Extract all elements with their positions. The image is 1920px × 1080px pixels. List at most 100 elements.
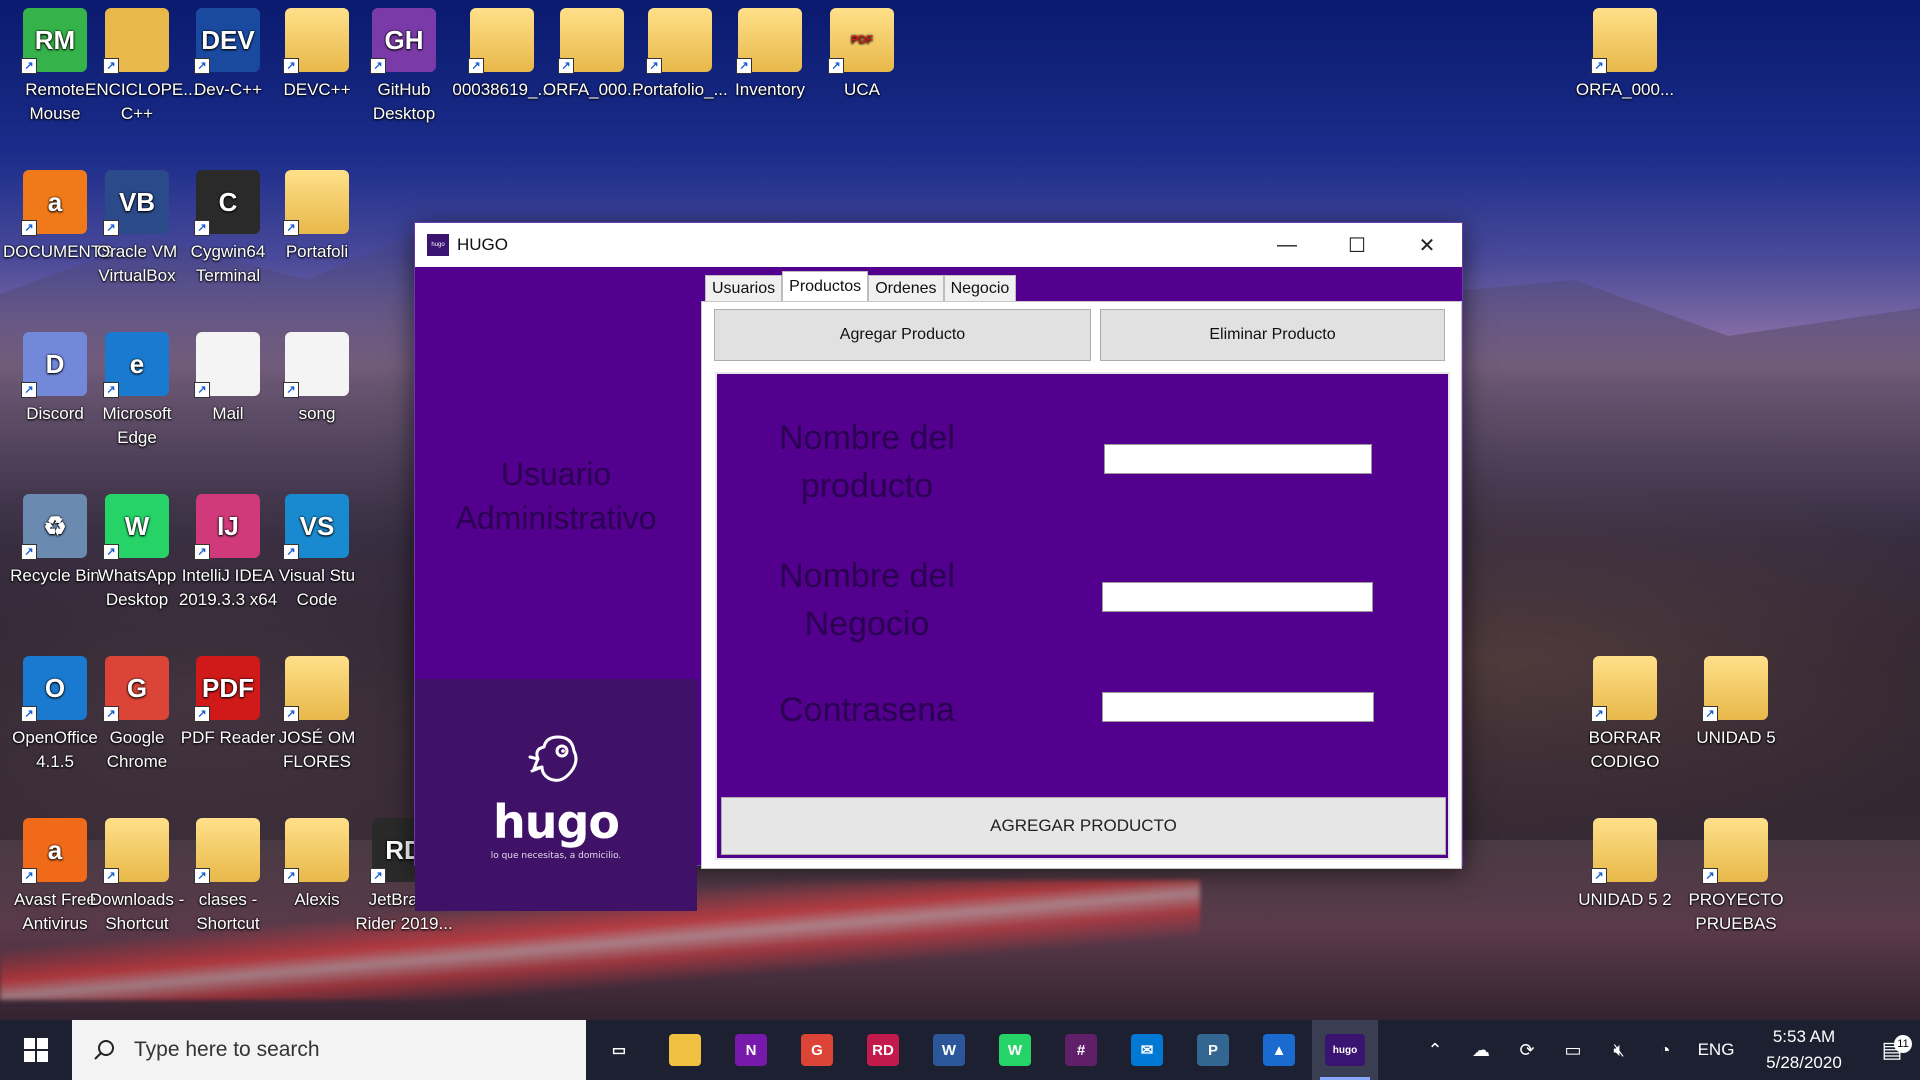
tab-negocio[interactable]: Negocio xyxy=(943,275,1017,301)
language-indicator[interactable]: ENG xyxy=(1688,1020,1744,1080)
desktop-icon-label: ENCICLOPE... C++ xyxy=(85,80,198,123)
shortcut-arrow-icon: ↗ xyxy=(283,868,299,884)
desktop-icon[interactable]: ↗ ENCICLOPE... C++ xyxy=(85,8,198,126)
onedrive-icon[interactable]: ☁ xyxy=(1458,1020,1504,1080)
remove-product-button[interactable]: Eliminar Producto xyxy=(1100,309,1445,361)
title-bar[interactable]: hugo HUGO — ☐ ✕ xyxy=(415,223,1462,267)
desktop-icon-glyph-icon: ↗ xyxy=(646,8,712,74)
postgres-icon: P xyxy=(1197,1034,1229,1066)
shortcut-arrow-icon: ↗ xyxy=(194,58,210,74)
tab-strip: Usuarios Productos Ordenes Negocio xyxy=(705,271,1017,301)
shortcut-arrow-icon: ↗ xyxy=(283,220,299,236)
desktop-icon-glyph-icon: e ↗ xyxy=(103,332,169,398)
desktop-icon[interactable]: ↗ PROYECTO PRUEBAS xyxy=(1684,818,1788,936)
desktop-icon[interactable]: e ↗ Microsoft Edge xyxy=(85,332,189,450)
desktop-icon[interactable]: G ↗ Google Chrome xyxy=(85,656,189,774)
minimize-button[interactable]: — xyxy=(1252,223,1322,267)
desktop-icon-label: Microsoft Edge xyxy=(102,404,172,447)
taskbar-word-button[interactable]: W xyxy=(916,1020,982,1080)
shortcut-arrow-icon: ↗ xyxy=(103,58,119,74)
shortcut-arrow-icon: ↗ xyxy=(1702,706,1718,722)
business-name-label: Nombre del Negocio xyxy=(779,557,955,643)
taskbar: Type here to search ▭ N G RD W W # ✉ P ▲ hugo ⌃ ☁ … xyxy=(0,1020,1920,1080)
desktop-icon-glyph-icon: G ↗ xyxy=(103,656,169,722)
desktop-icon[interactable]: VS ↗ Visual Stu Code xyxy=(265,494,369,612)
desktop-icon-label: GitHub Desktop xyxy=(372,80,436,123)
taskbar-task-view-button[interactable]: ▭ xyxy=(586,1020,652,1080)
shortcut-arrow-icon: ↗ xyxy=(283,382,299,398)
taskbar-file-explorer-button[interactable] xyxy=(652,1020,718,1080)
desktop-icon-glyph-icon: ↗ xyxy=(103,818,169,884)
business-name-input[interactable] xyxy=(1102,582,1373,612)
start-button[interactable] xyxy=(0,1020,72,1080)
shortcut-arrow-icon: ↗ xyxy=(283,544,299,560)
desktop-icon[interactable]: ↗ Downloads - Shortcut xyxy=(85,818,189,936)
volume-muted-icon[interactable]: 🔇︎ xyxy=(1596,1020,1642,1080)
desktop-icon[interactable]: GH ↗ GitHub Desktop xyxy=(352,8,456,126)
product-name-input[interactable] xyxy=(1104,444,1372,474)
desktop-icon-glyph-icon: VB ↗ xyxy=(103,170,169,236)
shortcut-arrow-icon: ↗ xyxy=(736,58,752,74)
close-button[interactable]: ✕ xyxy=(1392,223,1462,267)
desktop-icon[interactable]: PDF ↗ UCA xyxy=(810,8,914,102)
taskbar-onenote-button[interactable]: N xyxy=(718,1020,784,1080)
user-role-label: Usuario Administrativo xyxy=(455,456,657,536)
desktop-icon-glyph-icon: O ↗ xyxy=(21,656,87,722)
desktop-icon[interactable]: ↗ ORFA_000... xyxy=(1573,8,1677,102)
desktop-icon[interactable]: W ↗ WhatsApp Desktop xyxy=(85,494,189,612)
desktop-icon[interactable]: VB ↗ Oracle VM VirtualBox xyxy=(85,170,189,288)
shortcut-arrow-icon: ↗ xyxy=(1591,706,1607,722)
desktop-icon-glyph-icon: ↗ xyxy=(468,8,534,74)
battery-icon[interactable]: ▭ xyxy=(1550,1020,1596,1080)
add-product-button[interactable]: Agregar Producto xyxy=(714,309,1091,361)
taskbar-hugo-button[interactable]: hugo xyxy=(1312,1020,1378,1080)
tab-usuarios[interactable]: Usuarios xyxy=(705,275,783,301)
desktop-icon-glyph-icon: PDF ↗ xyxy=(828,8,894,74)
taskbar-mail-button[interactable]: ✉ xyxy=(1114,1020,1180,1080)
taskbar-search[interactable]: Type here to search xyxy=(72,1020,586,1080)
taskbar-chrome-button[interactable]: G xyxy=(784,1020,850,1080)
taskbar-postgres-button[interactable]: P xyxy=(1180,1020,1246,1080)
shortcut-arrow-icon: ↗ xyxy=(1591,868,1607,884)
desktop-icon[interactable]: ↗ UNIDAD 5 xyxy=(1684,656,1788,750)
shortcut-arrow-icon: ↗ xyxy=(103,706,119,722)
show-hidden-icons-chevron-icon[interactable]: ⌃ xyxy=(1412,1020,1458,1080)
desktop-icon[interactable]: ↗ Inventory xyxy=(718,8,822,102)
mail-icon: ✉ xyxy=(1131,1034,1163,1066)
shortcut-arrow-icon: ↗ xyxy=(21,544,37,560)
shortcut-arrow-icon: ↗ xyxy=(103,868,119,884)
taskbar-whatsapp-button[interactable]: W xyxy=(982,1020,1048,1080)
submit-add-product-button[interactable]: AGREGAR PRODUCTO xyxy=(721,797,1446,855)
desktop-icon[interactable]: ↗ BORRAR CODIGO xyxy=(1573,656,1677,774)
desktop-icon[interactable]: ↗ Portafoli xyxy=(265,170,369,264)
password-input[interactable] xyxy=(1102,692,1374,722)
desktop-icon-glyph-icon: a ↗ xyxy=(21,818,87,884)
desktop-icon-label: UNIDAD 5 2 xyxy=(1578,890,1672,909)
maximize-button[interactable]: ☐ xyxy=(1322,223,1392,267)
desktop-icon[interactable]: ↗ 00038619_... xyxy=(450,8,554,102)
hugo-window: hugo HUGO — ☐ ✕ Usuario Administrativo h… xyxy=(414,222,1463,911)
desktop-icon-label: PROYECTO PRUEBAS xyxy=(1688,890,1784,933)
desktop-icon-label: Oracle VM VirtualBox xyxy=(96,242,178,285)
shortcut-arrow-icon: ↗ xyxy=(646,58,662,74)
action-center-button[interactable]: ▤ 11 xyxy=(1864,1035,1920,1063)
taskbar-photos-button[interactable]: ▲ xyxy=(1246,1020,1312,1080)
desktop-icon[interactable]: ↗ song xyxy=(265,332,369,426)
desktop-icon[interactable]: ↗ UNIDAD 5 2 xyxy=(1573,818,1677,912)
desktop-icon-label: Google Chrome xyxy=(106,728,168,771)
taskbar-rider-button[interactable]: RD xyxy=(850,1020,916,1080)
tab-ordenes[interactable]: Ordenes xyxy=(868,275,944,301)
desktop-icon[interactable]: ↗ JOSÉ OM FLORES xyxy=(265,656,369,774)
desktop-icon-glyph-icon: ↗ xyxy=(194,332,260,398)
desktop-icon[interactable]: ↗ Portafolio_... xyxy=(628,8,732,102)
sync-icon[interactable]: ⟳ xyxy=(1504,1020,1550,1080)
desktop-icon-glyph-icon: ↗ xyxy=(1702,818,1768,884)
desktop-icon-glyph-icon: IJ ↗ xyxy=(194,494,260,560)
clock[interactable]: 5:53 AM 5/28/2020 xyxy=(1744,1024,1864,1076)
photos-icon: ▲ xyxy=(1263,1034,1295,1066)
taskbar-slack-button[interactable]: # xyxy=(1048,1020,1114,1080)
wifi-icon[interactable]: ◔ xyxy=(1642,1020,1688,1080)
shortcut-arrow-icon: ↗ xyxy=(21,220,37,236)
tab-productos[interactable]: Productos xyxy=(782,271,869,301)
desktop-icon-label: Portafoli xyxy=(285,242,349,261)
